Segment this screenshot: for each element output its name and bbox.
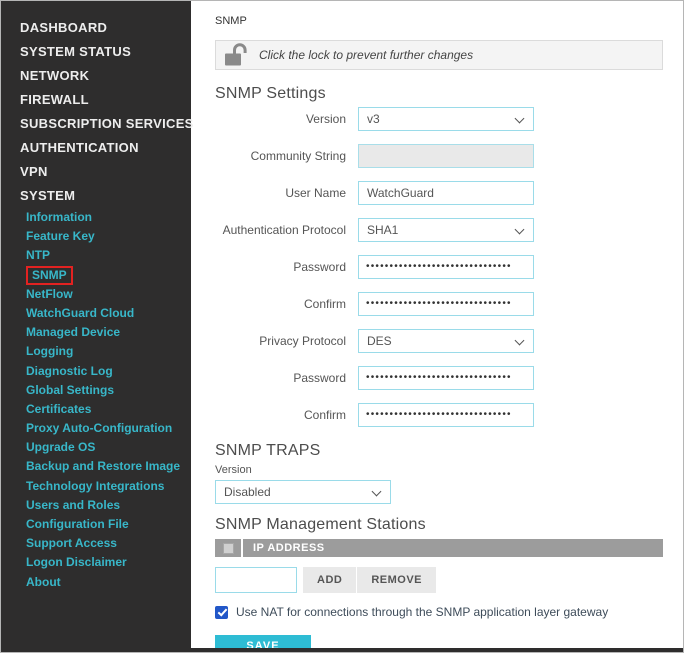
- form-row-version-0: Version v3: [215, 107, 663, 131]
- field-value: •••••••••••••••••••••••••••••••: [359, 367, 533, 389]
- sidebar-subitem-watchguard-cloud[interactable]: WatchGuard Cloud: [1, 304, 191, 323]
- sidebar-subitem-configuration-file[interactable]: Configuration File: [1, 515, 191, 534]
- form-row-privacy-protocol-6: Privacy Protocol DES: [215, 329, 663, 353]
- form-row-password-4: Password •••••••••••••••••••••••••••••••: [215, 255, 663, 279]
- sidebar-item-system[interactable]: SYSTEM: [1, 184, 191, 208]
- field-label: Community String: [215, 149, 346, 163]
- form-row-confirm-5: Confirm •••••••••••••••••••••••••••••••: [215, 292, 663, 316]
- field-value: WatchGuard: [359, 182, 533, 204]
- version-select[interactable]: v3: [358, 107, 534, 131]
- field-label: Password: [215, 371, 346, 385]
- sidebar-subitem-technology-integrations[interactable]: Technology Integrations: [1, 477, 191, 496]
- form-row-community-string-1: Community String: [215, 144, 663, 168]
- stations-table-header: IP ADDRESS: [215, 539, 663, 557]
- remove-button[interactable]: REMOVE: [357, 567, 436, 593]
- ip-address-column-header: IP ADDRESS: [243, 539, 663, 557]
- password-password-input[interactable]: •••••••••••••••••••••••••••••••: [358, 366, 534, 390]
- sidebar-item-firewall[interactable]: FIREWALL: [1, 88, 191, 112]
- ip-address-input[interactable]: [215, 567, 297, 593]
- privacy-protocol-select[interactable]: DES: [358, 329, 534, 353]
- sidebar-subitem-ntp[interactable]: NTP: [1, 246, 191, 265]
- nat-checkbox[interactable]: [215, 606, 228, 619]
- app-window: DASHBOARDSYSTEM STATUSNETWORKFIREWALLSUB…: [0, 0, 684, 653]
- field-value: DES: [359, 330, 533, 352]
- field-label: User Name: [215, 186, 346, 200]
- sidebar: DASHBOARDSYSTEM STATUSNETWORKFIREWALLSUB…: [1, 1, 191, 652]
- sidebar-nav: DASHBOARDSYSTEM STATUSNETWORKFIREWALLSUB…: [1, 16, 191, 592]
- sidebar-subitem-about[interactable]: About: [1, 573, 191, 592]
- sidebar-subitem-proxy-auto-configuration[interactable]: Proxy Auto-Configuration: [1, 419, 191, 438]
- confirm-password-input[interactable]: •••••••••••••••••••••••••••••••: [358, 292, 534, 316]
- sidebar-subitem-logon-disclaimer[interactable]: Logon Disclaimer: [1, 553, 191, 572]
- select-all-cell: [215, 539, 241, 557]
- form-row-confirm-8: Confirm •••••••••••••••••••••••••••••••: [215, 403, 663, 427]
- field-value: SHA1: [359, 219, 533, 241]
- sidebar-subitem-feature-key[interactable]: Feature Key: [1, 227, 191, 246]
- form-row-password-7: Password •••••••••••••••••••••••••••••••: [215, 366, 663, 390]
- field-value: •••••••••••••••••••••••••••••••: [359, 404, 533, 426]
- field-label: Confirm: [215, 297, 346, 311]
- form-row-authentication-protocol-3: Authentication Protocol SHA1: [215, 218, 663, 242]
- select-all-checkbox[interactable]: [223, 543, 234, 554]
- sidebar-subitem-users-and-roles[interactable]: Users and Roles: [1, 496, 191, 515]
- field-label: Confirm: [215, 408, 346, 422]
- sidebar-subitem-diagnostic-log[interactable]: Diagnostic Log: [1, 362, 191, 381]
- nat-option-row: Use NAT for connections through the SNMP…: [215, 605, 663, 619]
- field-value: •••••••••••••••••••••••••••••••: [359, 293, 533, 315]
- management-stations-title: SNMP Management Stations: [215, 516, 663, 534]
- field-label: Password: [215, 260, 346, 274]
- field-label: Version: [215, 112, 346, 126]
- unlock-icon[interactable]: [224, 43, 250, 67]
- field-label: Authentication Protocol: [215, 223, 346, 237]
- add-button[interactable]: ADD: [303, 567, 356, 593]
- sidebar-subitem-managed-device[interactable]: Managed Device: [1, 323, 191, 342]
- field-value: •••••••••••••••••••••••••••••••: [359, 256, 533, 278]
- bottom-bar: [1, 648, 683, 652]
- snmp-settings-form: Version v3 Community String User Name WatchG…: [215, 107, 663, 427]
- community-string-input: [358, 144, 534, 168]
- sidebar-subitem-backup-and-restore-image[interactable]: Backup and Restore Image: [1, 457, 191, 476]
- snmp-settings-title: SNMP Settings: [215, 85, 663, 103]
- traps-version-select[interactable]: Disabled: [215, 480, 391, 504]
- traps-version-label: Version: [215, 464, 663, 476]
- confirm-password-input[interactable]: •••••••••••••••••••••••••••••••: [358, 403, 534, 427]
- main-content: SNMP Click the lock to prevent further c…: [191, 1, 683, 652]
- traps-version-value: Disabled: [216, 481, 390, 503]
- sidebar-item-dashboard[interactable]: DASHBOARD: [1, 16, 191, 40]
- authentication-protocol-select[interactable]: SHA1: [358, 218, 534, 242]
- sidebar-subitem-snmp[interactable]: SNMP: [1, 266, 191, 285]
- nat-checkbox-label: Use NAT for connections through the SNMP…: [236, 605, 608, 619]
- sidebar-item-vpn[interactable]: VPN: [1, 160, 191, 184]
- sidebar-subitem-certificates[interactable]: Certificates: [1, 400, 191, 419]
- password-password-input[interactable]: •••••••••••••••••••••••••••••••: [358, 255, 534, 279]
- lock-bar: Click the lock to prevent further change…: [215, 40, 663, 70]
- sidebar-subitem-information[interactable]: Information: [1, 208, 191, 227]
- sidebar-item-system-status[interactable]: SYSTEM STATUS: [1, 40, 191, 64]
- sidebar-item-network[interactable]: NETWORK: [1, 64, 191, 88]
- lock-bar-message: Click the lock to prevent further change…: [259, 48, 473, 62]
- user-name-input[interactable]: WatchGuard: [358, 181, 534, 205]
- breadcrumb: SNMP: [215, 15, 663, 27]
- sidebar-subitem-upgrade-os[interactable]: Upgrade OS: [1, 438, 191, 457]
- sidebar-item-authentication[interactable]: AUTHENTICATION: [1, 136, 191, 160]
- field-value: v3: [359, 108, 533, 130]
- sidebar-item-subscription-services[interactable]: SUBSCRIPTION SERVICES: [1, 112, 191, 136]
- sidebar-subitem-support-access[interactable]: Support Access: [1, 534, 191, 553]
- station-buttons: ADD REMOVE: [303, 567, 436, 593]
- sidebar-subitem-logging[interactable]: Logging: [1, 342, 191, 361]
- sidebar-subitem-netflow[interactable]: NetFlow: [1, 285, 191, 304]
- snmp-traps-title: SNMP TRAPS: [215, 442, 663, 460]
- field-label: Privacy Protocol: [215, 334, 346, 348]
- sidebar-subitem-global-settings[interactable]: Global Settings: [1, 381, 191, 400]
- form-row-user-name-2: User Name WatchGuard: [215, 181, 663, 205]
- station-add-row: ADD REMOVE: [215, 567, 663, 593]
- selected-item-highlight: SNMP: [26, 266, 73, 285]
